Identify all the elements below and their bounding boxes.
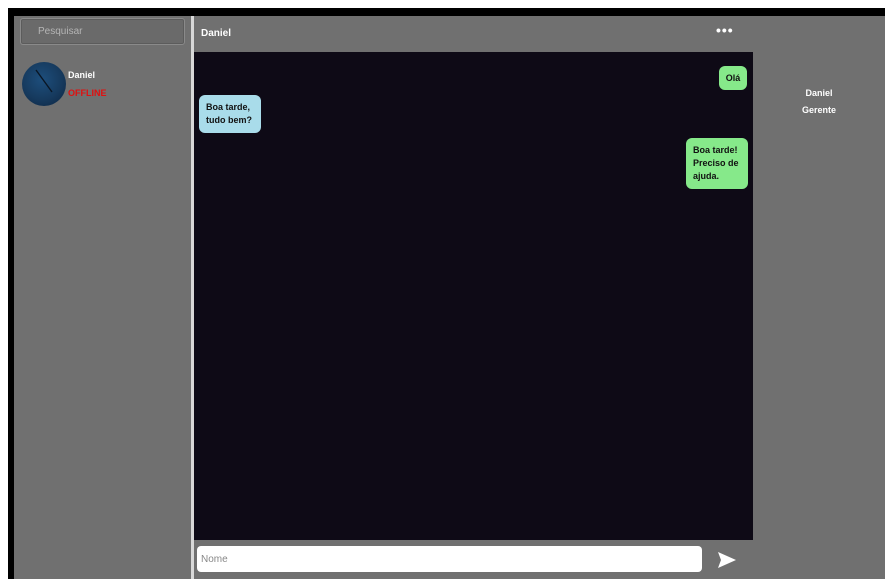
contact-status: OFFLINE: [68, 88, 107, 98]
contact-name: Daniel: [68, 70, 96, 80]
profile-name: Daniel: [805, 88, 833, 98]
chat-title: Daniel: [201, 28, 232, 39]
clock-icon: [35, 69, 53, 93]
contact-item[interactable]: Daniel OFFLINE: [22, 62, 182, 108]
message-input[interactable]: [197, 546, 702, 572]
composer: [194, 540, 753, 579]
message-bubble-received: Boa tarde, tudo bem?: [199, 95, 261, 133]
avatar: [22, 62, 66, 106]
more-horizontal-icon[interactable]: •••: [716, 22, 734, 38]
profile-panel: Daniel Gerente: [753, 16, 885, 579]
search-input[interactable]: Pesquisar: [20, 18, 185, 45]
message-bubble-sent: Olá: [719, 66, 747, 90]
message-bubble-sent: Boa tarde! Preciso de ajuda.: [686, 138, 748, 189]
send-icon[interactable]: [717, 551, 737, 569]
messages-area: Olá Boa tarde, tudo bem? Boa tarde! Prec…: [194, 52, 753, 540]
chat-header: Daniel •••: [194, 16, 753, 52]
profile-role: Gerente: [801, 105, 836, 115]
